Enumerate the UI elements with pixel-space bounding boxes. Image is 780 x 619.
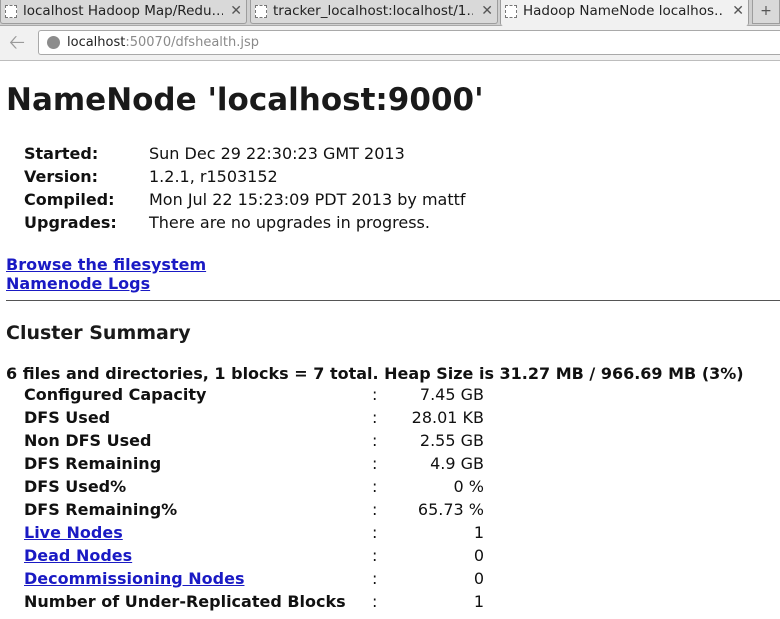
stat-colon: : [372,477,378,496]
info-key: Version: [24,167,99,186]
cluster-summary-line: 6 files and directories, 1 blocks = 7 to… [6,364,744,383]
stat-row: Dead Nodes : 0 [24,546,484,569]
stat-colon: : [372,546,378,565]
tab-tracker[interactable]: tracker_localhost:localhost/1… ✕ [250,0,498,24]
stat-label: DFS Remaining [24,454,162,473]
decommissioning-nodes-link[interactable]: Decommissioning Nodes [24,569,244,588]
page-icon [255,5,267,18]
close-icon[interactable]: ✕ [732,0,744,23]
navigation-toolbar: 🡠 localhost:50070/dfshealth.jsp [0,26,780,61]
new-tab-button[interactable]: + [752,0,780,24]
stat-colon: : [372,454,378,473]
cluster-summary-heading: Cluster Summary [6,322,191,344]
stat-row: DFS Used% : 0 % [24,477,484,500]
info-key: Compiled: [24,190,115,209]
stat-label: Non DFS Used [24,431,152,450]
close-icon[interactable]: ✕ [481,0,493,23]
page-icon [5,5,17,18]
divider [6,300,780,301]
info-value: Sun Dec 29 22:30:23 GMT 2013 [149,144,405,163]
stat-label: Configured Capacity [24,385,207,404]
url-path: :50070/dfshealth.jsp [125,35,259,50]
page-title: NameNode 'localhost:9000' [6,82,484,118]
tab-title: tracker_localhost:localhost/1… [273,3,473,19]
stat-value: 0 [473,546,484,565]
stat-label: Number of Under-Replicated Blocks [24,592,346,611]
stat-colon: : [372,592,378,611]
tab-hadoop-mapreduce[interactable]: localhost Hadoop Map/Redu… ✕ [0,0,247,24]
stat-value: 2.55 GB [419,431,484,450]
info-value: There are no upgrades in progress. [149,213,430,232]
stat-row: DFS Used : 28.01 KB [24,408,484,431]
url-text: localhost:50070/dfshealth.jsp [67,31,259,54]
stat-colon: : [372,431,378,450]
stat-row: Configured Capacity : 7.45 GB [24,385,484,408]
back-arrow-icon[interactable]: 🡠 [6,32,28,54]
stat-row: DFS Remaining : 4.9 GB [24,454,484,477]
stat-row: DFS Remaining% : 65.73 % [24,500,484,523]
stat-value: 65.73 % [417,500,484,519]
stat-row: Decommissioning Nodes : 0 [24,569,484,592]
stat-colon: : [372,408,378,427]
address-bar[interactable]: localhost:50070/dfshealth.jsp [38,30,780,55]
stat-value: 1 [473,523,484,542]
stat-value: 1 [473,592,484,611]
info-value: 1.2.1, r1503152 [149,167,278,186]
stat-value: 7.45 GB [419,385,484,404]
stat-row: Non DFS Used : 2.55 GB [24,431,484,454]
url-host: localhost [67,35,126,50]
stat-colon: : [372,500,378,519]
stat-colon: : [372,569,378,588]
tab-namenode[interactable]: Hadoop NameNode localhos… ✕ [500,0,749,26]
live-nodes-link[interactable]: Live Nodes [24,523,123,542]
tab-title: Hadoop NameNode localhos… [523,3,723,19]
stat-value: 0 [473,569,484,588]
info-value: Mon Jul 22 15:23:09 PDT 2013 by mattf [149,190,466,209]
globe-icon [47,36,60,49]
close-icon[interactable]: ✕ [230,0,242,23]
stat-label: DFS Used [24,408,111,427]
info-key: Upgrades: [24,213,117,232]
stat-label: DFS Used% [24,477,127,496]
page-links: Browse the filesystem Namenode Logs [6,255,206,293]
stat-colon: : [372,385,378,404]
page-icon [505,5,517,18]
stat-colon: : [372,523,378,542]
browse-filesystem-link[interactable]: Browse the filesystem [6,255,206,274]
stat-value: 28.01 KB [411,408,484,427]
tab-bar: localhost Hadoop Map/Redu… ✕ tracker_loc… [0,0,780,26]
stat-value: 4.9 GB [430,454,484,473]
stat-label: DFS Remaining% [24,500,178,519]
stat-value: 0 % [453,477,484,496]
namenode-logs-link[interactable]: Namenode Logs [6,274,206,293]
stat-row: Number of Under-Replicated Blocks : 1 [24,592,484,615]
dead-nodes-link[interactable]: Dead Nodes [24,546,132,565]
tab-title: localhost Hadoop Map/Redu… [23,3,223,19]
stat-row: Live Nodes : 1 [24,523,484,546]
info-key: Started: [24,144,99,163]
